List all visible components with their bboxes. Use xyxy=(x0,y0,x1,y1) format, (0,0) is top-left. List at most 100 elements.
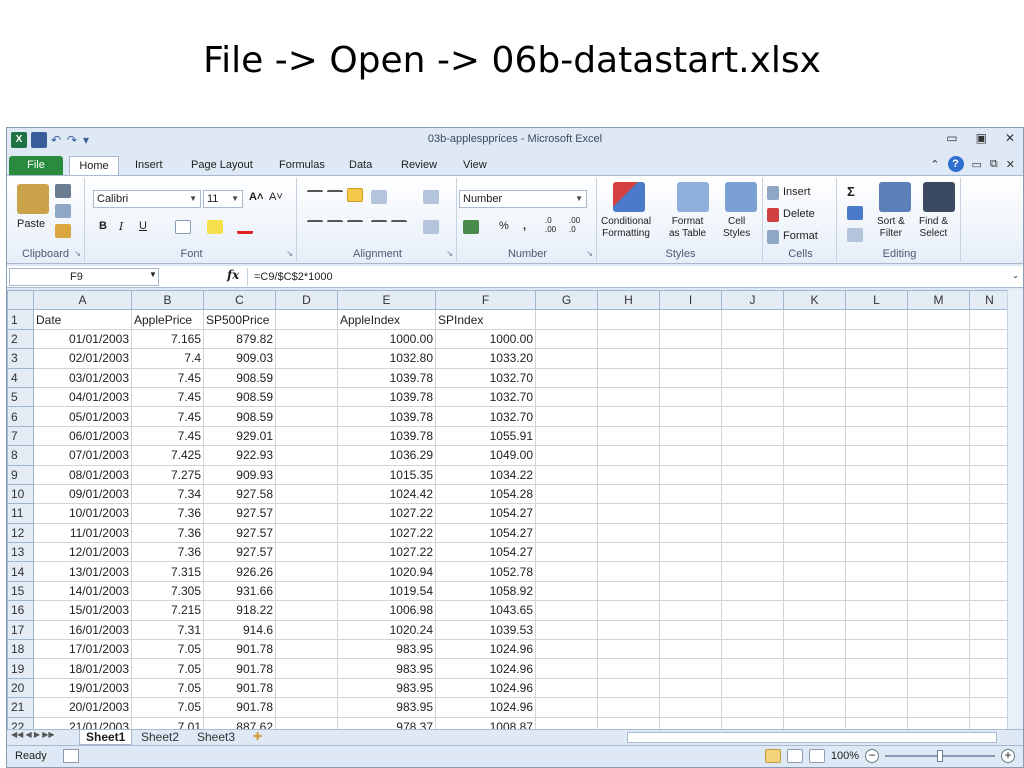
cell[interactable] xyxy=(907,348,970,369)
row-header[interactable]: 20 xyxy=(7,677,34,699)
cell[interactable] xyxy=(597,619,660,641)
cell[interactable]: 909.93 xyxy=(203,464,276,485)
format-as-table-button[interactable]: Format as Table xyxy=(669,216,706,240)
cell[interactable]: 927.57 xyxy=(203,503,276,524)
cell[interactable]: 1024.96 xyxy=(435,639,536,660)
cell[interactable]: 1054.27 xyxy=(435,503,536,524)
column-header-c[interactable]: C xyxy=(203,290,276,311)
top-align-icon[interactable] xyxy=(307,190,323,204)
cell[interactable] xyxy=(597,483,660,505)
cell[interactable] xyxy=(597,522,660,544)
cell[interactable] xyxy=(783,348,846,369)
cell[interactable] xyxy=(969,464,1010,485)
cell[interactable] xyxy=(659,503,722,524)
cell[interactable]: 1020.94 xyxy=(337,561,436,582)
cell[interactable] xyxy=(659,406,722,427)
cell[interactable]: 983.95 xyxy=(337,658,436,679)
cell[interactable] xyxy=(597,503,660,524)
cell[interactable] xyxy=(907,483,970,505)
cell[interactable] xyxy=(659,464,722,485)
grow-font-button[interactable]: A˄ xyxy=(249,191,263,203)
cell[interactable] xyxy=(659,619,722,641)
column-header-k[interactable]: K xyxy=(783,290,846,311)
cell[interactable]: 1027.22 xyxy=(337,522,436,544)
cell[interactable] xyxy=(907,561,970,582)
cell[interactable] xyxy=(721,580,784,602)
cell[interactable] xyxy=(969,445,1010,466)
cell[interactable] xyxy=(659,580,722,602)
cell[interactable]: 918.22 xyxy=(203,600,276,621)
column-header-j[interactable]: J xyxy=(721,290,784,311)
cell[interactable]: 7.05 xyxy=(131,697,204,718)
cell[interactable]: 927.57 xyxy=(203,522,276,544)
vertical-scrollbar[interactable] xyxy=(1007,290,1023,730)
cell-styles-icon[interactable] xyxy=(725,182,757,212)
row-header[interactable]: 10 xyxy=(7,483,34,505)
cell[interactable] xyxy=(907,309,970,330)
cell[interactable] xyxy=(721,328,784,350)
cell[interactable] xyxy=(783,522,846,544)
cell[interactable]: 7.165 xyxy=(131,328,204,350)
cell[interactable]: 1039.78 xyxy=(337,386,436,408)
cell[interactable] xyxy=(275,445,338,466)
cell[interactable] xyxy=(597,309,660,330)
cell[interactable] xyxy=(597,658,660,679)
cell[interactable] xyxy=(659,542,722,563)
cell[interactable] xyxy=(535,542,598,563)
cell[interactable] xyxy=(721,309,784,330)
cell[interactable] xyxy=(535,309,598,330)
cell[interactable]: 14/01/2003 xyxy=(33,580,132,602)
tab-file[interactable]: File xyxy=(9,156,63,176)
row-header[interactable]: 16 xyxy=(7,600,34,621)
page-break-view-icon[interactable] xyxy=(808,749,825,763)
cell[interactable]: 1032.80 xyxy=(337,348,436,369)
cell[interactable] xyxy=(721,522,784,544)
name-box[interactable]: F9 xyxy=(9,268,159,286)
cell[interactable] xyxy=(535,464,598,485)
cell[interactable] xyxy=(535,639,598,660)
cell[interactable]: 1024.96 xyxy=(435,658,536,679)
cell[interactable] xyxy=(969,503,1010,524)
row-header[interactable]: 12 xyxy=(7,522,34,544)
cell[interactable] xyxy=(845,386,908,408)
cell[interactable]: 02/01/2003 xyxy=(33,348,132,369)
cell[interactable]: 901.78 xyxy=(203,697,276,718)
cell[interactable] xyxy=(845,464,908,485)
cell[interactable] xyxy=(659,367,722,388)
cell[interactable] xyxy=(907,677,970,699)
cell[interactable] xyxy=(783,503,846,524)
cell[interactable]: 1054.28 xyxy=(435,483,536,505)
cell[interactable]: 11/01/2003 xyxy=(33,522,132,544)
cell[interactable] xyxy=(969,328,1010,350)
cell[interactable] xyxy=(721,697,784,718)
column-header-h[interactable]: H xyxy=(597,290,660,311)
cell[interactable] xyxy=(275,697,338,718)
zoom-level[interactable]: 100% xyxy=(831,750,859,762)
cell[interactable]: 13/01/2003 xyxy=(33,561,132,582)
cell[interactable] xyxy=(907,445,970,466)
cell[interactable] xyxy=(721,677,784,699)
cell[interactable]: 7.05 xyxy=(131,658,204,679)
cell[interactable]: 908.59 xyxy=(203,386,276,408)
cell[interactable] xyxy=(535,600,598,621)
cell[interactable] xyxy=(845,677,908,699)
cell[interactable] xyxy=(721,483,784,505)
cell[interactable] xyxy=(597,600,660,621)
cell[interactable] xyxy=(783,658,846,679)
cell[interactable] xyxy=(845,348,908,369)
cell[interactable] xyxy=(969,542,1010,563)
row-header[interactable]: 19 xyxy=(7,658,34,679)
insert-function-icon[interactable]: fx xyxy=(227,268,239,282)
number-format-combo[interactable]: Number ▼ xyxy=(459,190,587,208)
cell[interactable] xyxy=(907,425,970,447)
find-select-button[interactable]: Find & Select xyxy=(919,216,948,240)
sort-filter-icon[interactable] xyxy=(879,182,911,212)
column-header-f[interactable]: F xyxy=(435,290,536,311)
cell[interactable]: 926.26 xyxy=(203,561,276,582)
cell[interactable] xyxy=(597,348,660,369)
cell[interactable]: 983.95 xyxy=(337,697,436,718)
cut-icon[interactable] xyxy=(55,184,71,198)
row-header[interactable]: 8 xyxy=(7,445,34,466)
cell[interactable]: 1054.27 xyxy=(435,542,536,563)
cell[interactable]: 1000.00 xyxy=(337,328,436,350)
